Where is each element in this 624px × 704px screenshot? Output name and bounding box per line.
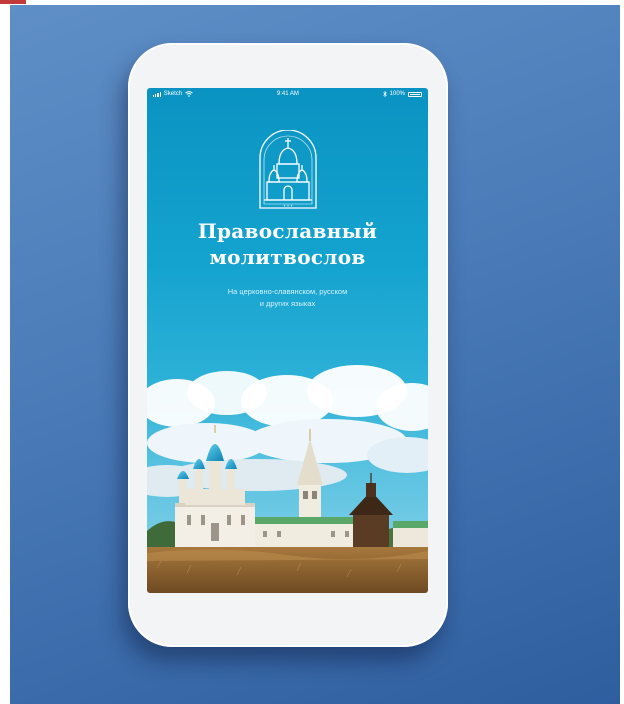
church-emblem-icon: ✝ ✝ ✝ (259, 130, 317, 209)
wifi-icon (185, 91, 193, 97)
svg-text:✝ ✝ ✝: ✝ ✝ ✝ (283, 204, 293, 208)
app-subtitle: На церковно-славянском, русском и других… (147, 286, 428, 310)
bluetooth-icon (382, 91, 387, 97)
phone-mockup: Sketch 9:41 AM 100% ✝ ✝ ✝ Православный м… (128, 43, 448, 647)
background-panel: Sketch 9:41 AM 100% ✝ ✝ ✝ Православный м… (10, 5, 620, 704)
battery-icon (408, 91, 422, 97)
status-bar: Sketch 9:41 AM 100% (147, 88, 428, 100)
app-title-line-2: молитвослов (209, 245, 366, 269)
battery-percent: 100% (389, 91, 405, 97)
app-subtitle-line-2: и других языках (259, 299, 316, 308)
app-subtitle-line-1: На церковно-славянском, русском (227, 287, 348, 296)
status-time: 9:41 AM (276, 91, 299, 97)
carrier-label: Sketch (163, 91, 183, 97)
app-title: Православный молитвослов (147, 218, 428, 270)
monastery-landscape-illustration (147, 365, 428, 593)
app-splash-screen: Sketch 9:41 AM 100% ✝ ✝ ✝ Православный м… (147, 88, 428, 593)
signal-icon (153, 91, 161, 97)
app-title-line-1: Православный (197, 219, 378, 243)
corner-accent (0, 0, 26, 4)
